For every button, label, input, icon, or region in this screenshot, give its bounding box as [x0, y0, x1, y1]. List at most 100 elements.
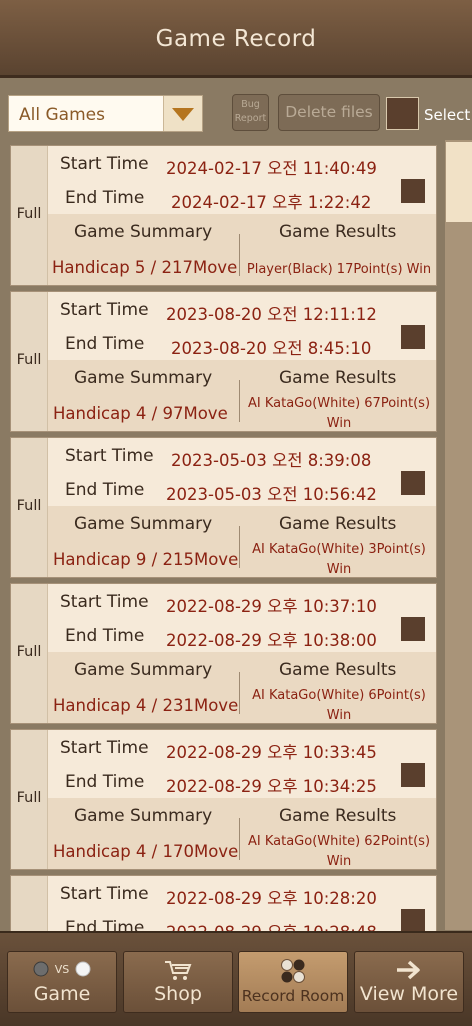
start-time-label: Start Time	[60, 592, 149, 612]
game-results-label: Game Results	[279, 806, 397, 826]
toolbar: All Games Bug Report Delete files Select	[0, 81, 472, 143]
select-all-checkbox[interactable]	[386, 97, 419, 130]
tab-record-room[interactable]: Record Room	[238, 951, 348, 1013]
tab-view-more-label: View More	[359, 983, 459, 1005]
arrow-right-icon	[355, 958, 463, 982]
start-time-value: 2022-08-29 오후 10:33:45	[166, 743, 377, 762]
record-list: Full Start Time 2024-02-17 오전 11:40:49 E…	[0, 145, 472, 931]
game-summary-value: Handicap 4 / 231Move	[53, 696, 239, 715]
record-type-label: Full	[16, 498, 42, 514]
bug-report-label-line1: Bug	[241, 99, 260, 110]
game-results-label: Game Results	[279, 368, 397, 388]
tab-shop[interactable]: Shop	[123, 951, 233, 1013]
record-summary: Game Summary Game Results Handicap 9 / 2…	[48, 506, 436, 577]
divider	[239, 526, 240, 568]
end-time-label: End Time	[65, 480, 145, 500]
app-header: Game Record	[0, 0, 472, 78]
record-type-column: Full	[11, 146, 48, 285]
start-time-value: 2024-02-17 오전 11:40:49	[166, 159, 377, 178]
end-time-label: End Time	[65, 626, 145, 646]
record-select-checkbox[interactable]	[401, 325, 425, 349]
divider	[239, 818, 240, 860]
delete-files-button[interactable]: Delete files	[278, 94, 380, 131]
game-result-line1: AI KataGo(White) 3Point(s)	[252, 542, 426, 557]
game-result-line1: AI KataGo(White) 6Point(s)	[252, 688, 426, 703]
game-result-value: AI KataGo(White) 62Point(s) Win	[244, 832, 434, 872]
game-summary-value: Handicap 9 / 215Move	[53, 550, 239, 569]
record-select-checkbox[interactable]	[401, 471, 425, 495]
record-times: Start Time 2022-08-29 오후 10:33:45 End Ti…	[48, 730, 436, 798]
record-card[interactable]: Full Start Time 2022-08-29 오후 10:37:10 E…	[10, 583, 437, 724]
vs-icon: VS	[8, 958, 116, 982]
divider	[239, 380, 240, 422]
game-filter-dropdown[interactable]: All Games	[8, 95, 203, 132]
stones-icon	[239, 958, 347, 983]
end-time-label: End Time	[65, 772, 145, 792]
game-result-line1: Player(Black) 17Point(s) Win	[246, 262, 432, 277]
record-card[interactable]: Start Time 2022-08-29 오후 10:28:20 End Ti…	[10, 875, 437, 931]
tab-record-room-label: Record Room	[241, 987, 345, 1005]
game-result-value: AI KataGo(White) 3Point(s) Win	[244, 540, 434, 580]
end-time-value: 2023-08-20 오전 8:45:10	[171, 339, 372, 358]
select-all-label: Select	[424, 106, 471, 124]
record-select-checkbox[interactable]	[401, 179, 425, 203]
record-select-checkbox[interactable]	[401, 617, 425, 641]
game-results-label: Game Results	[279, 660, 397, 680]
record-times: Start Time 2022-08-29 오후 10:28:20 End Ti…	[48, 876, 436, 931]
game-result-line2: Win	[326, 416, 352, 431]
end-time-label: End Time	[65, 188, 145, 208]
record-card[interactable]: Full Start Time 2024-02-17 오전 11:40:49 E…	[10, 145, 437, 286]
record-summary: Game Summary Game Results Handicap 5 / 2…	[48, 214, 436, 285]
end-time-value: 2024-02-17 오후 1:22:42	[171, 193, 372, 212]
record-type-label: Full	[16, 352, 42, 368]
dropdown-arrow-button[interactable]	[163, 96, 202, 131]
record-select-checkbox[interactable]	[401, 763, 425, 787]
game-result-line1: AI KataGo(White) 67Point(s)	[247, 396, 431, 411]
record-times: Start Time 2023-05-03 오전 8:39:08 End Tim…	[48, 438, 436, 506]
record-type-column: Full	[11, 584, 48, 723]
start-time-value: 2023-08-20 오전 12:11:12	[166, 305, 377, 324]
chevron-down-icon	[172, 108, 194, 121]
record-type-label: Full	[16, 644, 42, 660]
record-type-column: Full	[11, 730, 48, 869]
tab-view-more[interactable]: View More	[354, 951, 464, 1013]
start-time-label: Start Time	[60, 738, 149, 758]
vs-label: VS	[55, 963, 70, 976]
game-result-line2: Win	[326, 708, 352, 723]
game-filter-value: All Games	[19, 105, 105, 125]
tab-game[interactable]: VS Game	[7, 951, 117, 1013]
start-time-label: Start Time	[60, 154, 149, 174]
end-time-value: 2022-08-29 오후 10:28:48	[166, 919, 377, 931]
game-result-line2: Win	[326, 562, 352, 577]
start-time-value: 2022-08-29 오후 10:28:20	[166, 889, 377, 908]
game-summary-value: Handicap 4 / 170Move	[53, 842, 239, 861]
end-time-value: 2022-08-29 오후 10:38:00	[166, 631, 377, 650]
record-summary: Game Summary Game Results Handicap 4 / 9…	[48, 360, 436, 431]
start-time-label: Start Time	[60, 884, 149, 904]
start-time-label: Start Time	[65, 446, 154, 466]
cart-icon	[124, 958, 232, 982]
record-type-column: Full	[11, 438, 48, 577]
record-card[interactable]: Full Start Time 2022-08-29 오후 10:33:45 E…	[10, 729, 437, 870]
game-result-line2: Win	[326, 854, 352, 869]
end-time-label: End Time	[65, 918, 145, 931]
record-card[interactable]: Full Start Time 2023-08-20 오전 12:11:12 E…	[10, 291, 437, 432]
game-result-line1: AI KataGo(White) 62Point(s)	[247, 834, 431, 849]
game-result-value: Player(Black) 17Point(s) Win	[244, 260, 434, 280]
game-result-value: AI KataGo(White) 67Point(s) Win	[244, 394, 434, 434]
end-time-value: 2023-05-03 오전 10:56:42	[166, 485, 377, 504]
game-summary-value: Handicap 4 / 97Move	[53, 404, 228, 423]
record-select-checkbox[interactable]	[401, 909, 425, 931]
end-time-value: 2022-08-29 오후 10:34:25	[166, 777, 377, 796]
record-type-column	[11, 876, 48, 931]
game-results-label: Game Results	[279, 514, 397, 534]
bottom-nav: VS Game Shop Record Room View More	[0, 931, 472, 1026]
game-summary-label: Game Summary	[74, 660, 213, 680]
game-summary-label: Game Summary	[74, 368, 213, 388]
record-card[interactable]: Full Start Time 2023-05-03 오전 8:39:08 En…	[10, 437, 437, 578]
record-times: Start Time 2023-08-20 오전 12:11:12 End Ti…	[48, 292, 436, 360]
game-result-value: AI KataGo(White) 6Point(s) Win	[244, 686, 434, 726]
start-time-value: 2023-05-03 오전 8:39:08	[171, 451, 372, 470]
start-time-label: Start Time	[60, 300, 149, 320]
bug-report-button[interactable]: Bug Report	[232, 94, 269, 131]
